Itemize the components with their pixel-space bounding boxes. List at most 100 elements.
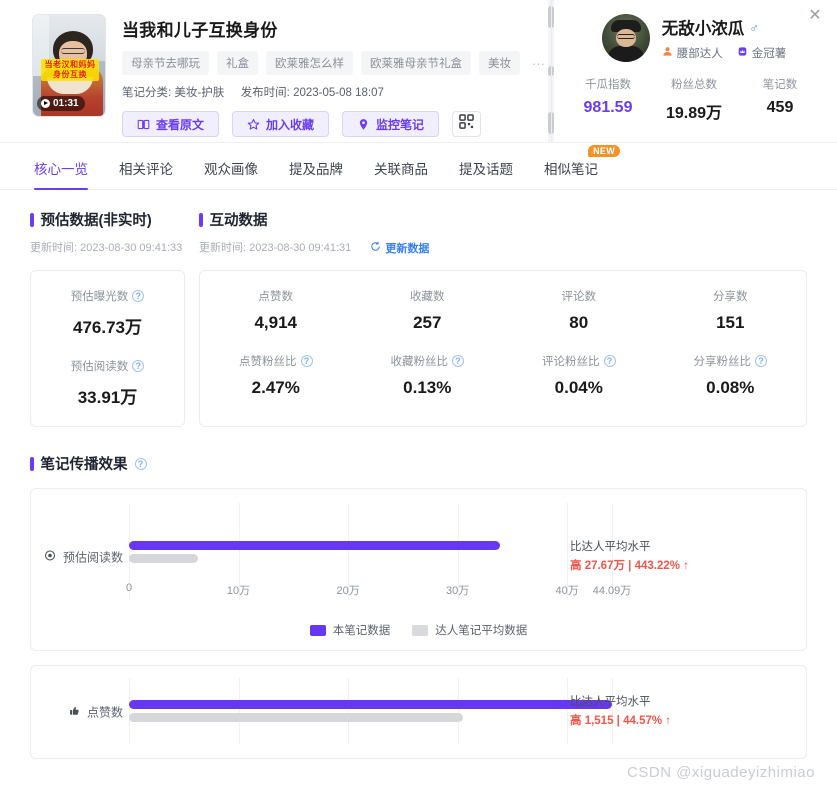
qrcode-button[interactable] bbox=[452, 111, 482, 137]
tab-audience-profile[interactable]: 观众画像 bbox=[204, 158, 258, 189]
help-icon[interactable]: ? bbox=[132, 290, 145, 303]
monitor-note-label: 监控笔记 bbox=[376, 117, 425, 132]
person-icon bbox=[662, 46, 673, 60]
author-stat-label: 千瓜指数 bbox=[585, 79, 631, 91]
help-icon[interactable]: ? bbox=[134, 457, 147, 470]
author-identity[interactable]: 无敌小浓瓜 ♂ 腰部达人 金冠薯 bbox=[601, 14, 787, 62]
chart-bars-likes bbox=[129, 700, 612, 723]
spread-section-head: 笔记传播效果 ? bbox=[0, 453, 837, 474]
note-detail-page: 当老汉和妈妈 身份互换 01:31 当我和儿子互换身份 母亲节去哪玩 礼盒 欧莱雅… bbox=[0, 0, 837, 789]
note-thumbnail[interactable]: 当老汉和妈妈 身份互换 01:31 bbox=[32, 14, 106, 117]
duration-text: 01:31 bbox=[53, 98, 79, 109]
bar-this-note[interactable] bbox=[129, 700, 612, 710]
metric-label: 收藏粉丝比 ? bbox=[352, 353, 504, 369]
interaction-section-head: 互动数据 更新时间: 2023-08-30 09:41:31 更新数据 bbox=[185, 209, 807, 256]
note-tag[interactable]: 美妆 bbox=[479, 51, 520, 75]
estimate-updated-time: 更新时间: 2023-08-30 09:41:33 bbox=[30, 242, 183, 254]
author-stat: 笔记数 459 bbox=[737, 76, 823, 123]
view-original-button[interactable]: 查看原文 bbox=[122, 111, 220, 137]
chart-x-axis-reads: 0 10万 20万 30万 40万 44.09万 bbox=[125, 582, 631, 602]
metric-label-text: 评论粉丝比 bbox=[542, 356, 600, 369]
x-tick: 44.09万 bbox=[592, 585, 632, 598]
watermark: CSDN @xiguadeyizhimiao bbox=[627, 764, 815, 781]
chart-category-text: 点赞数 bbox=[86, 705, 123, 720]
metric-label: 预估曝光数 ? bbox=[31, 288, 184, 304]
chart-annotation-reads: 比达人平均水平 高 27.67万 | 443.22% ↑ bbox=[570, 538, 720, 576]
chart-likes: 点赞数 比达人平均水平 高 1,515 | 44.57% ↑ bbox=[31, 666, 806, 758]
thumbs-up-icon bbox=[69, 705, 80, 719]
tab-mentioned-topics[interactable]: 提及话题 bbox=[459, 158, 513, 189]
publish-value: 2023-05-08 18:07 bbox=[293, 87, 384, 99]
refresh-data-button[interactable]: 更新数据 bbox=[370, 240, 429, 256]
monitor-note-button[interactable]: 监控笔记 bbox=[342, 111, 440, 137]
tab-bar: 核心一览 相关评论 观众画像 提及品牌 关联商品 提及话题 相似笔记 NEW bbox=[0, 143, 837, 190]
bar-influencer-average[interactable] bbox=[129, 713, 464, 723]
close-icon[interactable]: ✕ bbox=[805, 6, 825, 26]
interaction-row-counts: 点赞数 4,914 收藏数 257 评论数 80 分享数 151 bbox=[200, 288, 806, 333]
metric-value: 0.04% bbox=[554, 378, 603, 398]
help-icon[interactable]: ? bbox=[132, 360, 145, 373]
chart-plot-area-reads: 0 10万 20万 30万 40万 44.09万 bbox=[125, 503, 631, 602]
add-favorite-label: 加入收藏 bbox=[266, 117, 315, 132]
metric-collect-fan-ratio: 收藏粉丝比 ? 0.13% bbox=[352, 353, 504, 398]
author-stat: 千瓜指数 981.59 bbox=[565, 76, 651, 123]
eye-icon bbox=[44, 549, 56, 564]
tab-related-products[interactable]: 关联商品 bbox=[374, 158, 428, 189]
x-tick: 0 bbox=[125, 582, 133, 595]
bar-influencer-average[interactable] bbox=[129, 553, 198, 563]
note-subline: 笔记分类: 美妆-护肤 发布时间: 2023-05-08 18:07 bbox=[122, 84, 549, 100]
metric-label: 评论数 bbox=[561, 291, 597, 304]
metric-estimated-impressions: 预估曝光数 ? 476.73万 bbox=[31, 288, 184, 338]
video-duration-badge: 01:31 bbox=[37, 96, 85, 111]
tab-related-comments[interactable]: 相关评论 bbox=[119, 158, 173, 189]
metric-value: 0.08% bbox=[706, 378, 755, 398]
author-name-row: 无敌小浓瓜 ♂ bbox=[662, 15, 787, 39]
note-tag[interactable]: 母亲节去哪玩 bbox=[122, 51, 209, 75]
male-icon: ♂ bbox=[749, 19, 759, 35]
annotation-value: 高 27.67万 | 443.22% ↑ bbox=[570, 559, 689, 572]
new-badge: NEW bbox=[588, 145, 620, 157]
metric-collects: 收藏数 257 bbox=[352, 288, 504, 333]
tab-mentioned-brands[interactable]: 提及品牌 bbox=[289, 158, 343, 189]
author-badges: 腰部达人 金冠薯 bbox=[662, 45, 786, 61]
metric-label: 点赞粉丝比 ? bbox=[200, 353, 352, 369]
help-icon[interactable]: ? bbox=[300, 355, 313, 368]
metric-like-fan-ratio: 点赞粉丝比 ? 2.47% bbox=[200, 353, 352, 398]
avatar[interactable] bbox=[601, 14, 650, 62]
author-stat-value: 981.59 bbox=[583, 99, 633, 116]
author-name: 无敌小浓瓜 bbox=[661, 20, 745, 38]
legend-item-this-note: 本笔记数据 bbox=[309, 622, 390, 638]
spread-section-title-text: 笔记传播效果 bbox=[40, 457, 128, 474]
x-tick: 40万 bbox=[555, 585, 579, 598]
help-icon[interactable]: ? bbox=[755, 355, 767, 368]
author-stat: 粉丝总数 19.89万 bbox=[651, 76, 737, 123]
metric-label: 收藏数 bbox=[410, 291, 445, 304]
note-tag-more-button[interactable]: ··· bbox=[528, 56, 549, 71]
add-favorite-button[interactable]: 加入收藏 bbox=[232, 111, 330, 137]
note-tag[interactable]: 礼盒 bbox=[217, 51, 258, 75]
tab-core-overview[interactable]: 核心一览 bbox=[34, 158, 88, 190]
note-meta: 当我和儿子互换身份 母亲节去哪玩 礼盒 欧莱雅怎么样 欧莱雅母亲节礼盒 美妆 ·… bbox=[106, 14, 549, 142]
metric-label-text: 分享粉丝比 bbox=[693, 356, 752, 369]
help-icon[interactable]: ? bbox=[452, 355, 464, 368]
interaction-row-ratios: 点赞粉丝比 ? 2.47% 收藏粉丝比 ? 0.13% 评论粉丝比 ? 0.04… bbox=[200, 353, 806, 398]
metric-value: 476.73万 bbox=[73, 318, 142, 338]
book-icon bbox=[137, 118, 150, 131]
thumb-child-glasses bbox=[61, 48, 85, 54]
metric-shares: 分享数 151 bbox=[655, 288, 807, 333]
qrcode-icon bbox=[459, 114, 474, 134]
metric-value: 0.13% bbox=[403, 378, 452, 398]
note-tag[interactable]: 欧莱雅母亲节礼盒 bbox=[361, 51, 471, 75]
bar-this-note[interactable] bbox=[129, 540, 501, 550]
metric-value: 33.91万 bbox=[77, 388, 138, 408]
metric-label: 分享粉丝比 ? bbox=[655, 353, 807, 369]
help-icon[interactable]: ? bbox=[603, 355, 616, 368]
note-tag[interactable]: 欧莱雅怎么样 bbox=[266, 51, 353, 75]
tab-similar-notes[interactable]: 相似笔记 NEW bbox=[544, 145, 620, 189]
author-badge-crown: 金冠薯 bbox=[737, 45, 786, 61]
metric-label: 评论粉丝比 ? bbox=[503, 353, 655, 369]
metric-label: 点赞数 bbox=[258, 291, 294, 304]
chart-estimated-reads: 预估阅读数 0 10万 20万 30万 40万 44.09万 比达人平均水平 高… bbox=[31, 489, 806, 624]
interaction-card: 点赞数 4,914 收藏数 257 评论数 80 分享数 151 点赞粉丝比 ?… bbox=[199, 270, 807, 428]
metric-estimated-reads: 预估阅读数 ? 33.91万 bbox=[31, 358, 184, 408]
